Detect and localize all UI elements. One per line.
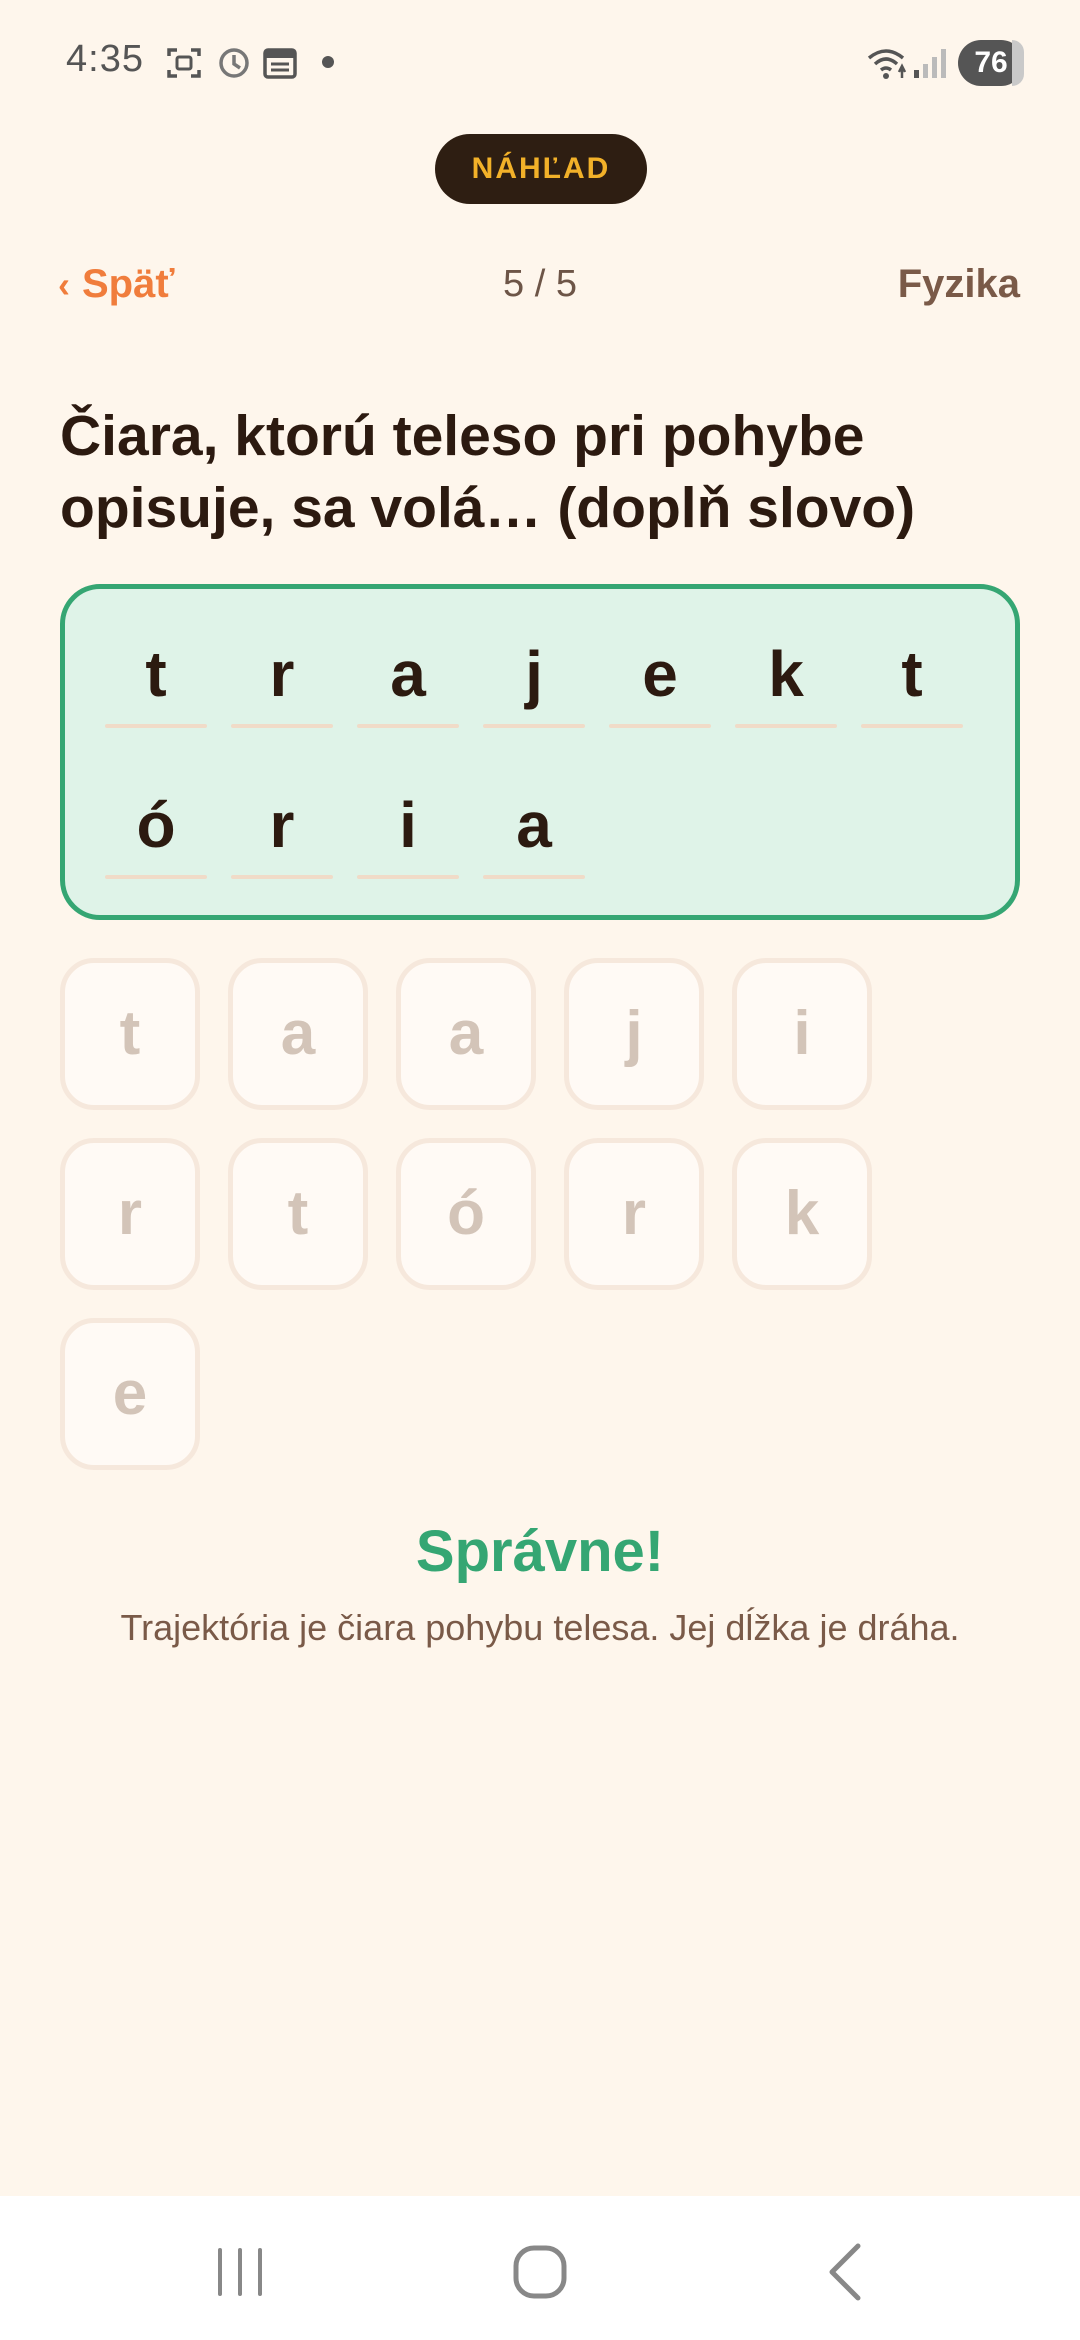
feedback-title: Správne! <box>415 1519 665 1584</box>
letter-tile[interactable]: e <box>60 1318 200 1470</box>
question-text: Čiara, ktorú teleso pri pohybe opisuje, … <box>60 404 916 540</box>
answer-slot[interactable]: t <box>861 634 963 728</box>
letter-tile[interactable]: t <box>228 1138 368 1290</box>
letter-tile[interactable]: j <box>564 958 704 1110</box>
screenshot-icon <box>167 48 201 78</box>
back-button[interactable]: ‹ Späť <box>58 254 175 314</box>
letter-tile[interactable]: k <box>732 1138 872 1290</box>
chevron-left-icon: ‹ <box>58 264 70 305</box>
signal-icon <box>914 49 946 78</box>
letter-tile[interactable]: ó <box>396 1138 536 1290</box>
preview-badge: NÁHĽAD <box>435 134 647 204</box>
answer-slot[interactable]: ó <box>105 785 207 879</box>
feedback-explanation: Trajektória je čiara pohybu telesa. Jej … <box>120 1607 960 1648</box>
home-icon[interactable] <box>502 2232 582 2312</box>
letter-tile[interactable]: r <box>60 1138 200 1290</box>
system-nav-bar <box>0 2196 1080 2340</box>
answer-slot[interactable]: r <box>231 785 333 879</box>
answer-slot[interactable]: i <box>357 785 459 879</box>
quiz-screen: 4:35 76 NÁHĽAD ‹ Späť 5 / 5 Fyzika Čiara… <box>0 0 1080 2340</box>
notification-dot-icon <box>322 56 334 68</box>
wifi-icon <box>867 49 907 79</box>
back-icon[interactable] <box>806 2232 886 2312</box>
recent-apps-icon[interactable] <box>200 2232 280 2312</box>
question-progress: 5 / 5 <box>503 263 577 305</box>
answer-slot[interactable]: k <box>735 634 837 728</box>
answer-slot[interactable]: t <box>105 634 207 728</box>
answer-slot[interactable]: j <box>483 634 585 728</box>
answer-box: t r a j e k t ó r i a <box>60 584 1020 920</box>
battery-icon: 76 <box>958 40 1024 86</box>
letter-tile[interactable]: a <box>228 958 368 1110</box>
back-label: Späť <box>82 262 175 306</box>
status-bar: 4:35 76 <box>0 0 1080 126</box>
status-time: 4:35 <box>66 38 144 80</box>
letter-tile[interactable]: t <box>60 958 200 1110</box>
letter-tile[interactable]: i <box>732 958 872 1110</box>
alarm-icon <box>219 48 249 78</box>
answer-slot[interactable]: a <box>357 634 459 728</box>
subject-label: Fyzika <box>897 262 1020 306</box>
answer-slot[interactable]: a <box>483 785 585 879</box>
answer-slot[interactable]: e <box>609 634 711 728</box>
calendar-icon <box>263 48 297 79</box>
answer-slot[interactable]: r <box>231 634 333 728</box>
letter-tile[interactable]: a <box>396 958 536 1110</box>
letter-tile[interactable]: r <box>564 1138 704 1290</box>
